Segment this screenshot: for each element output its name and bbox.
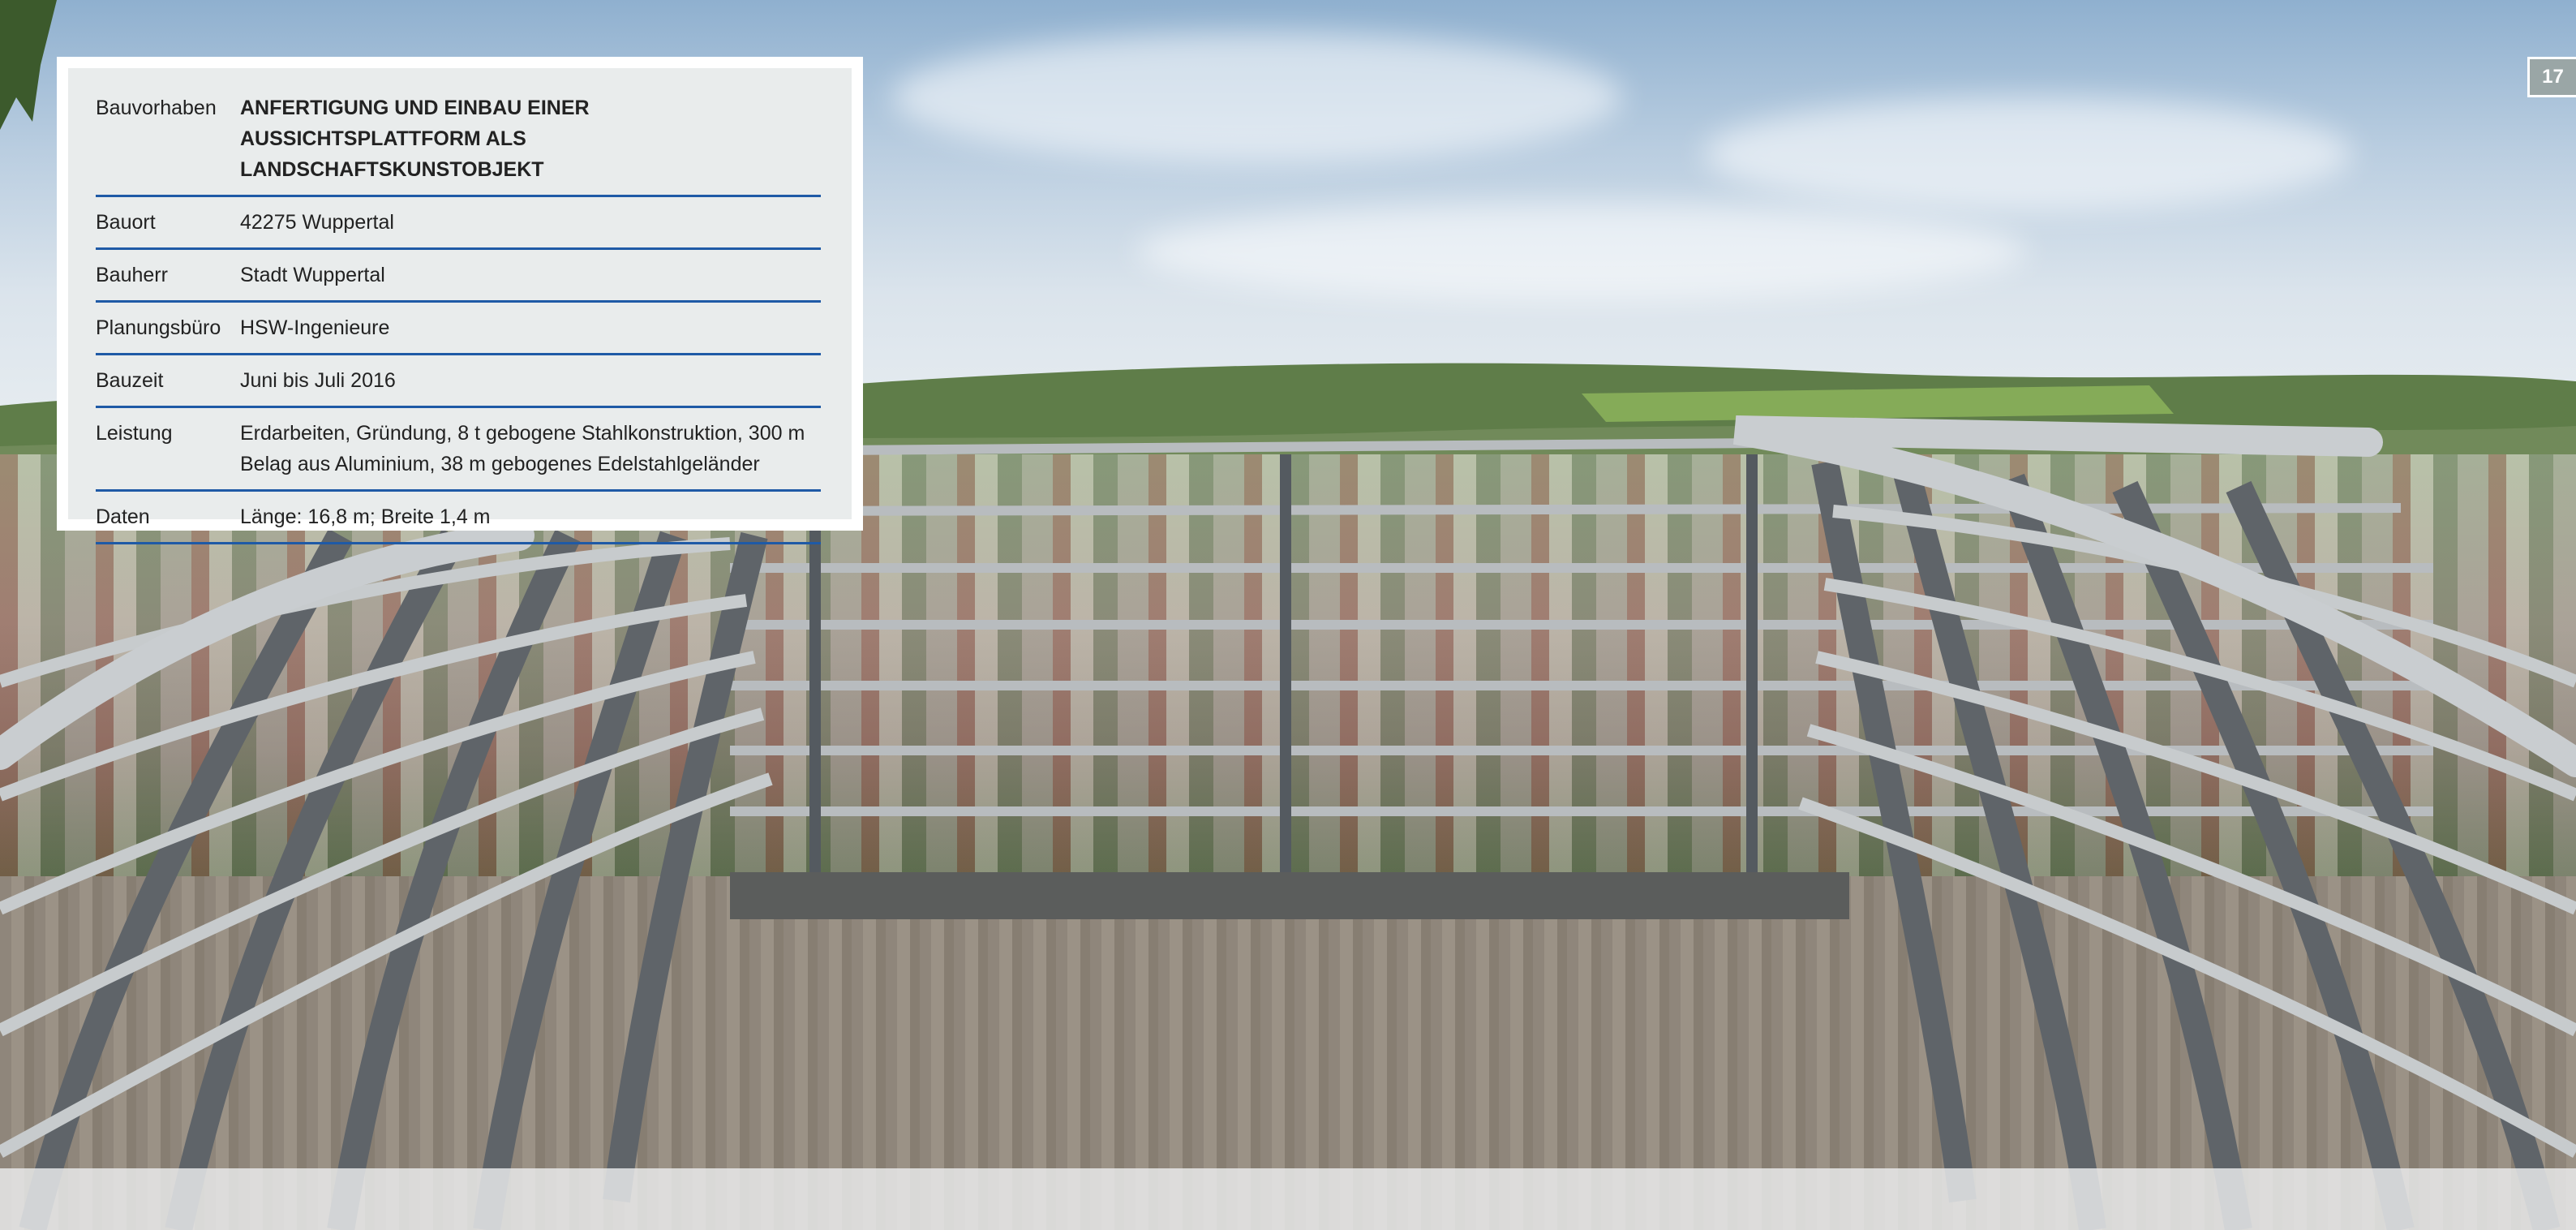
- row-label: Daten: [96, 505, 150, 528]
- row-label: Bauort: [96, 211, 156, 234]
- page-number-badge: 17: [2527, 57, 2576, 97]
- tree-branch: [0, 0, 57, 130]
- row-leistung: Leistung Erdarbeiten, Gründung, 8 t gebo…: [96, 408, 821, 492]
- row-bauvorhaben: Bauvorhaben ANFERTIGUNG UND EINBAU EINER…: [96, 83, 821, 197]
- row-daten: Daten Länge: 16,8 m; Breite 1,4 m: [96, 492, 821, 544]
- project-info-box: Bauvorhaben ANFERTIGUNG UND EINBAU EINER…: [57, 57, 863, 544]
- row-value: Länge: 16,8 m; Breite 1,4 m: [240, 505, 491, 528]
- row-label: Planungsbüro: [96, 316, 221, 339]
- row-value: Erdarbeiten, Gründung, 8 t gebogene Stah…: [240, 422, 805, 475]
- bottom-band: [0, 1168, 2576, 1230]
- row-value: Stadt Wuppertal: [240, 264, 385, 286]
- row-bauzeit: Bauzeit Juni bis Juli 2016: [96, 355, 821, 408]
- row-bauherr: Bauherr Stadt Wuppertal: [96, 250, 821, 303]
- row-label: Bauherr: [96, 264, 168, 286]
- row-label: Leistung: [96, 422, 173, 445]
- project-info-table: Bauvorhaben ANFERTIGUNG UND EINBAU EINER…: [68, 68, 852, 544]
- row-value: HSW-Ingenieure: [240, 316, 390, 339]
- row-bauort: Bauort 42275 Wuppertal: [96, 197, 821, 250]
- row-label: Bauvorhaben: [96, 97, 217, 119]
- row-planungsbuero: Planungsbüro HSW-Ingenieure: [96, 303, 821, 355]
- row-label: Bauzeit: [96, 369, 164, 392]
- row-value: 42275 Wuppertal: [240, 211, 394, 234]
- row-value: Juni bis Juli 2016: [240, 369, 396, 392]
- row-value: ANFERTIGUNG UND EINBAU EINER AUSSICHTSPL…: [240, 97, 590, 181]
